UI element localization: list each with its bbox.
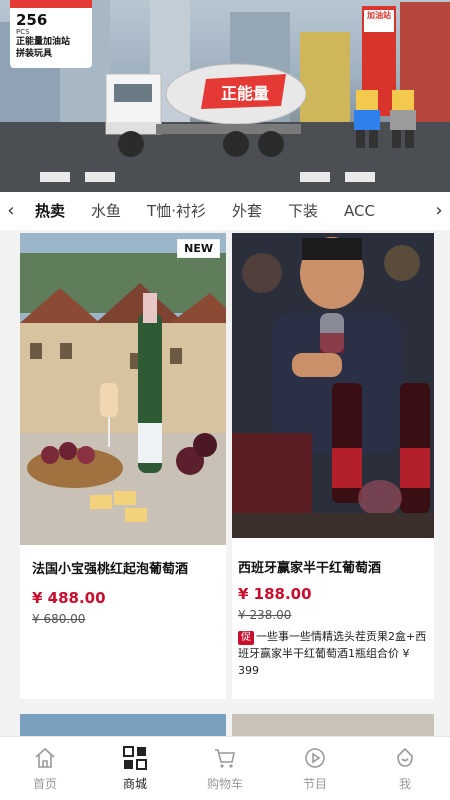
pcs-label: PCS bbox=[16, 28, 30, 36]
product-title: 法国小宝强桃红起泡葡萄酒 bbox=[32, 562, 189, 577]
background-building bbox=[300, 32, 350, 132]
promo-text: 一些事一些情精选头茬贡果2盒+西班牙赢家半干红葡萄酒1瓶组合价 ¥ 399 bbox=[238, 630, 427, 677]
grid-icon bbox=[90, 745, 180, 771]
nav-programs[interactable]: 节目 bbox=[270, 737, 360, 800]
profile-icon bbox=[360, 745, 450, 771]
nav-label: 商城 bbox=[122, 777, 147, 791]
tab-tshirt-shirt[interactable]: T恤·衬衫 bbox=[147, 192, 206, 230]
badge-top-bar bbox=[10, 0, 92, 8]
product-price: ¥ 188.00 bbox=[238, 585, 312, 603]
product-price: ¥ 488.00 bbox=[32, 589, 106, 607]
crosswalk-stripe bbox=[300, 172, 330, 182]
nav-label: 我 bbox=[398, 777, 411, 791]
page: 正能量 加油站 256 PCS 正能量加油站 拼装玩具 ‹ 热卖 水鱼 T恤·衬… bbox=[0, 0, 450, 800]
product-card-partial[interactable] bbox=[232, 714, 434, 736]
tab-acc[interactable]: ACC bbox=[344, 192, 375, 230]
piece-count-label: 256 PCS 正能量加油站 拼装玩具 bbox=[10, 0, 92, 68]
promo-banner[interactable]: 正能量 加油站 256 PCS 正能量加油站 拼装玩具 bbox=[0, 0, 450, 192]
svg-text:正能量: 正能量 bbox=[221, 84, 269, 103]
product-original-price: ¥ 238.00 bbox=[238, 608, 292, 622]
promo-tag: 促 bbox=[238, 631, 254, 645]
crosswalk-stripe bbox=[40, 172, 70, 182]
category-tab-list: 热卖 水鱼 T恤·衬衫 外套 下装 ACC bbox=[22, 192, 428, 230]
bottom-nav: 首页 商城 购物车 节目 我 bbox=[0, 736, 450, 800]
tower-sign: 加油站 bbox=[364, 10, 394, 32]
nav-home[interactable]: 首页 bbox=[0, 737, 90, 800]
tab-hot-sale[interactable]: 热卖 bbox=[35, 192, 65, 230]
cart-icon bbox=[180, 745, 270, 771]
nav-me[interactable]: 我 bbox=[360, 737, 450, 800]
product-image bbox=[20, 233, 226, 545]
play-icon bbox=[270, 745, 360, 771]
new-badge: NEW bbox=[177, 239, 220, 258]
tab-bottoms[interactable]: 下装 bbox=[288, 192, 318, 230]
tanker-truck-toy: 正能量 bbox=[105, 63, 306, 157]
product-image bbox=[232, 233, 434, 538]
product-original-price: ¥ 680.00 bbox=[32, 612, 86, 626]
chevron-left-icon[interactable]: ‹ bbox=[0, 192, 22, 230]
tab-water-fish[interactable]: 水鱼 bbox=[91, 192, 121, 230]
product-card-partial[interactable] bbox=[20, 714, 226, 736]
nav-label: 首页 bbox=[32, 777, 57, 791]
product-card[interactable]: 西班牙赢家半干红葡萄酒 ¥ 188.00 ¥ 238.00 促一些事一些情精选头… bbox=[232, 233, 434, 699]
crosswalk-stripe bbox=[345, 172, 375, 182]
nav-mall[interactable]: 商城 bbox=[90, 737, 180, 800]
product-title: 西班牙赢家半干红葡萄酒 bbox=[238, 561, 382, 576]
piece-count: 256 bbox=[16, 11, 48, 29]
promo-description: 促一些事一些情精选头茬贡果2盒+西班牙赢家半干红葡萄酒1瓶组合价 ¥ 399 bbox=[238, 628, 430, 679]
nav-cart[interactable]: 购物车 bbox=[180, 737, 270, 800]
product-card[interactable]: NEW 法国小宝强桃红起泡葡萄酒 ¥ 488.00 ¥ 680.00 bbox=[20, 233, 226, 699]
crosswalk-stripe bbox=[85, 172, 115, 182]
tab-outerwear[interactable]: 外套 bbox=[232, 192, 262, 230]
nav-label: 购物车 bbox=[206, 777, 243, 791]
chevron-right-icon[interactable]: › bbox=[428, 192, 450, 230]
minifigure-pair bbox=[354, 90, 416, 148]
home-icon bbox=[0, 745, 90, 771]
nav-label: 节目 bbox=[302, 777, 327, 791]
category-tabs: ‹ 热卖 水鱼 T恤·衬衫 外套 下装 ACC › bbox=[0, 192, 450, 230]
banner-title: 正能量加油站 bbox=[16, 37, 71, 47]
banner-subtitle: 拼装玩具 bbox=[16, 49, 53, 59]
